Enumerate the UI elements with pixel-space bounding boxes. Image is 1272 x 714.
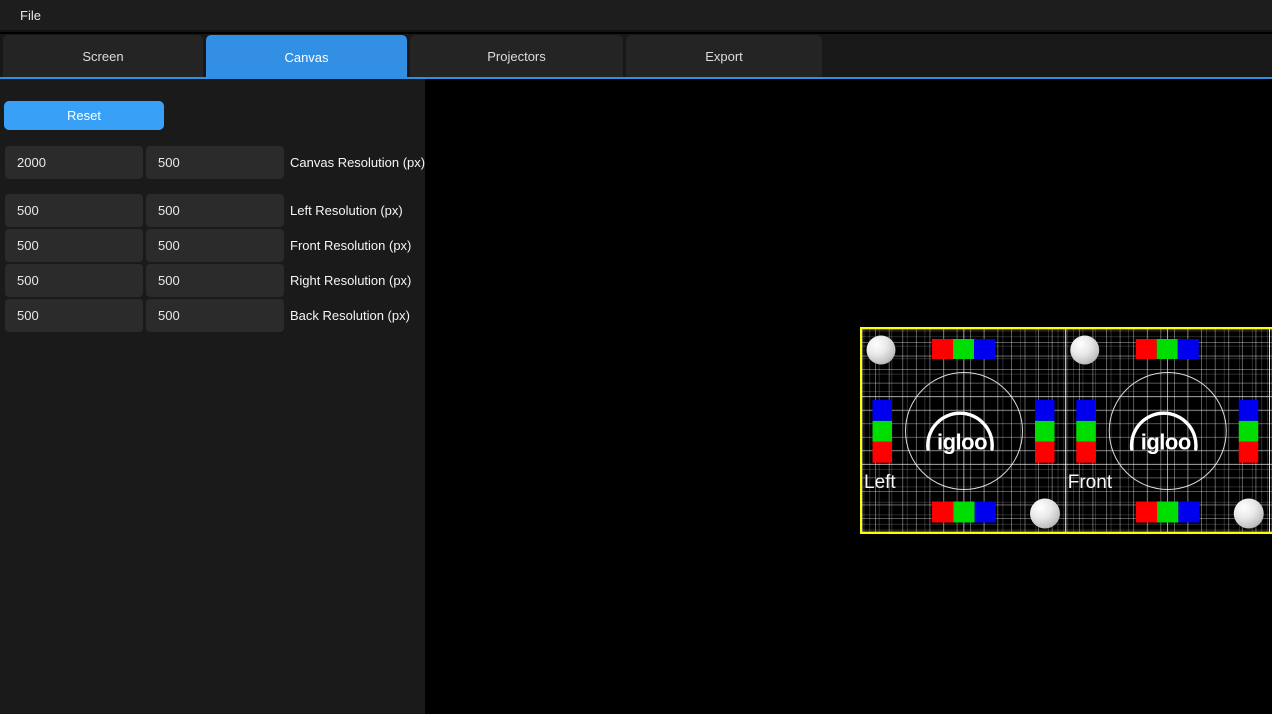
rgb-bar-bottom	[1136, 502, 1157, 523]
rgb-bar-left	[1076, 442, 1096, 463]
menu-item-file[interactable]: File	[0, 8, 61, 23]
rgb-bar-right	[1035, 400, 1055, 421]
left-width-input[interactable]	[5, 194, 143, 227]
front-width-input[interactable]	[5, 229, 143, 262]
rgb-bar-right	[1035, 421, 1055, 442]
pattern-section-left: igloo Left	[864, 336, 1060, 529]
test-pattern: iglooLeftiglooFrontiglooRightiglooBack	[860, 327, 1272, 534]
registration-sphere-bottom-right	[1234, 499, 1264, 529]
right-width-input[interactable]	[5, 264, 143, 297]
rgb-bar-top	[953, 339, 974, 359]
section-label: Front	[1068, 472, 1113, 493]
menu-bar: File	[0, 0, 1272, 32]
igloo-logo: igloo	[1132, 413, 1196, 454]
front-resolution-row: Front Resolution (px)	[0, 229, 425, 262]
rgb-bar-bottom	[975, 502, 996, 523]
rgb-bar-bottom	[932, 502, 953, 523]
front-height-input[interactable]	[146, 229, 284, 262]
rgb-bar-left	[873, 442, 893, 463]
reset-button[interactable]: Reset	[4, 101, 164, 130]
tab-bar: Screen Canvas Projectors Export	[0, 34, 1272, 79]
rgb-bar-top	[974, 339, 995, 359]
section-label: Left	[864, 472, 896, 493]
rgb-bar-right	[1239, 421, 1259, 442]
igloo-logo-text: igloo	[1141, 430, 1191, 455]
igloo-logo: igloo	[928, 413, 992, 454]
tab-projectors[interactable]: Projectors	[410, 35, 623, 77]
rgb-bar-bottom	[1157, 502, 1178, 523]
back-resolution-label: Back Resolution (px)	[290, 308, 410, 323]
left-height-input[interactable]	[146, 194, 284, 227]
rgb-bar-right	[1035, 442, 1055, 463]
right-resolution-row: Right Resolution (px)	[0, 264, 425, 297]
canvas-resolution-label: Canvas Resolution (px)	[290, 155, 425, 170]
registration-sphere-top-left	[1070, 336, 1099, 365]
rgb-bar-bottom	[1178, 502, 1199, 523]
rgb-bar-top	[932, 339, 953, 359]
igloo-logo-text: igloo	[937, 430, 987, 455]
registration-sphere-bottom-right	[1030, 499, 1060, 529]
back-width-input[interactable]	[5, 299, 143, 332]
rgb-bar-right	[1239, 400, 1259, 421]
rgb-bar-top	[1157, 339, 1178, 359]
rgb-bar-left	[873, 400, 893, 421]
canvas-preview-area: iglooLeftiglooFrontiglooRightiglooBack	[425, 79, 1272, 714]
canvas-resolution-row: Canvas Resolution (px)	[0, 146, 425, 179]
pattern-section-front: igloo Front	[1068, 336, 1264, 529]
tab-screen[interactable]: Screen	[3, 35, 203, 77]
canvas-settings-panel: Reset Canvas Resolution (px) Left Resolu…	[0, 79, 425, 714]
tab-export[interactable]: Export	[626, 35, 822, 77]
front-resolution-label: Front Resolution (px)	[290, 238, 411, 253]
right-resolution-label: Right Resolution (px)	[290, 273, 411, 288]
rgb-bar-top	[1136, 339, 1157, 359]
rgb-bar-left	[1076, 400, 1096, 421]
right-height-input[interactable]	[146, 264, 284, 297]
rgb-bar-bottom	[953, 502, 974, 523]
canvas-width-input[interactable]	[5, 146, 143, 179]
back-resolution-row: Back Resolution (px)	[0, 299, 425, 332]
rgb-bar-left	[873, 421, 893, 442]
left-resolution-row: Left Resolution (px)	[0, 194, 425, 227]
registration-sphere-top-left	[867, 336, 896, 365]
rgb-bar-top	[1178, 339, 1199, 359]
resolution-rows: Canvas Resolution (px) Left Resolution (…	[0, 146, 425, 334]
back-height-input[interactable]	[146, 299, 284, 332]
test-pattern-svg: iglooLeftiglooFrontiglooRightiglooBack	[862, 329, 1272, 532]
rgb-bar-left	[1076, 421, 1096, 442]
tab-canvas[interactable]: Canvas	[206, 35, 407, 79]
left-resolution-label: Left Resolution (px)	[290, 203, 403, 218]
tab-strip: Screen Canvas Projectors Export	[3, 35, 822, 79]
canvas-height-input[interactable]	[146, 146, 284, 179]
rgb-bar-right	[1239, 442, 1259, 463]
